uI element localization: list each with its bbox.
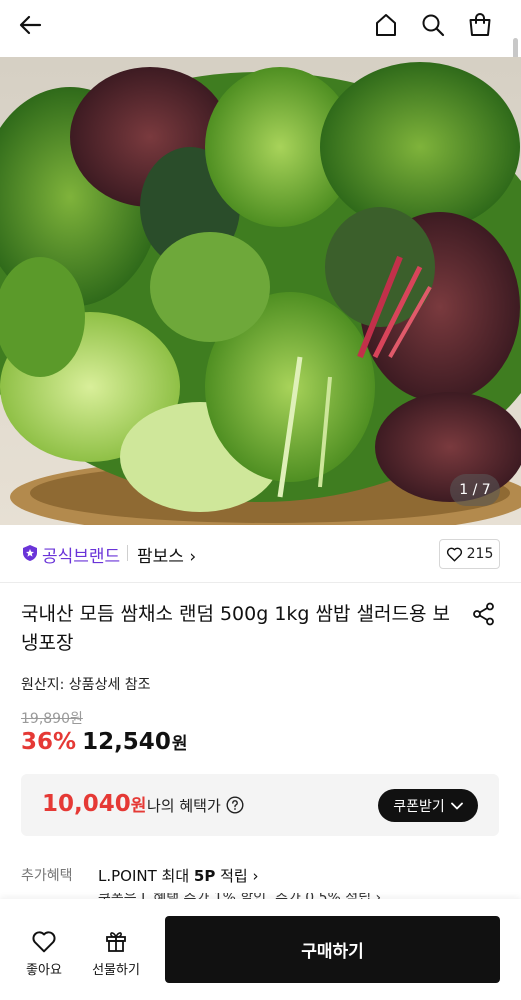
- like-count-button[interactable]: 215: [439, 539, 500, 569]
- arrow-left-icon: [19, 15, 42, 35]
- question-circle-icon[interactable]: [226, 796, 244, 814]
- heart-outline-icon: [446, 547, 462, 562]
- star-shield-icon: [23, 545, 37, 561]
- benefit-price: 10,040원: [42, 791, 146, 817]
- heart-outline-icon: [32, 931, 56, 953]
- gift-button[interactable]: 선물하기: [86, 929, 146, 978]
- coupon-label: 쿠폰받기: [393, 798, 445, 815]
- discount-rate: 36%: [21, 729, 77, 755]
- gift-icon: [106, 932, 126, 952]
- share-button[interactable]: [471, 601, 497, 627]
- coupon-download-button[interactable]: 쿠폰받기: [378, 789, 478, 822]
- like-button[interactable]: 좋아요: [14, 929, 74, 978]
- product-image-gallery[interactable]: [0, 57, 521, 525]
- chevron-right-icon: ›: [189, 547, 197, 567]
- salad-greens-image: [0, 57, 521, 525]
- search-button[interactable]: [418, 10, 448, 40]
- product-title: 국내산 모듬 쌈채소 랜덤 500g 1kg 쌈밥 샐러드용 보냉포장: [21, 603, 450, 654]
- search-icon: [422, 14, 445, 37]
- brand-name: 팜보스: [137, 547, 184, 567]
- bottom-action-bar: 좋아요 선물하기 구매하기: [0, 899, 521, 1000]
- lpoint-benefit-link[interactable]: L.POINT 최대 5P 적립 ›: [98, 865, 259, 886]
- lpoint-prefix: L.POINT 최대: [98, 867, 194, 885]
- original-price: 19,890원: [21, 711, 83, 727]
- extra-benefit-label: 추가혜택: [21, 868, 73, 884]
- divider: [127, 545, 128, 561]
- home-icon: [376, 14, 396, 36]
- brand-store-link[interactable]: 팜보스 ›: [137, 542, 196, 567]
- cart-button[interactable]: [465, 10, 495, 40]
- shopping-bag-icon: [469, 13, 491, 36]
- currency-unit: 원: [171, 734, 188, 754]
- origin-info: 원산지: 상품상세 참조: [21, 677, 151, 693]
- gallery-counter: 1 / 7: [450, 474, 500, 506]
- price-row: 36% 12,540 원: [21, 729, 187, 755]
- like-label: 좋아요: [26, 963, 62, 978]
- lpoint-value: 5P: [193, 867, 216, 885]
- benefit-price-value: 10,040: [42, 791, 131, 817]
- benefit-label: 나의 혜택가: [147, 797, 221, 815]
- top-app-bar: [0, 0, 521, 52]
- official-brand-label[interactable]: 공식브랜드: [42, 542, 120, 567]
- chevron-down-icon: [450, 802, 463, 809]
- sale-price: 12,540: [82, 729, 171, 755]
- home-button[interactable]: [371, 10, 401, 40]
- share-icon: [473, 602, 494, 626]
- buy-button[interactable]: 구매하기: [165, 916, 500, 983]
- gift-label: 선물하기: [92, 963, 140, 978]
- back-button[interactable]: [16, 10, 46, 40]
- benefit-price-box: 10,040원 나의 혜택가 쿠폰받기: [21, 774, 499, 836]
- lpoint-suffix: 적립 ›: [215, 867, 259, 885]
- benefit-currency: 원: [130, 796, 147, 816]
- like-count: 215: [466, 546, 494, 562]
- brand-row: 공식브랜드 팜보스 › 215: [0, 525, 521, 583]
